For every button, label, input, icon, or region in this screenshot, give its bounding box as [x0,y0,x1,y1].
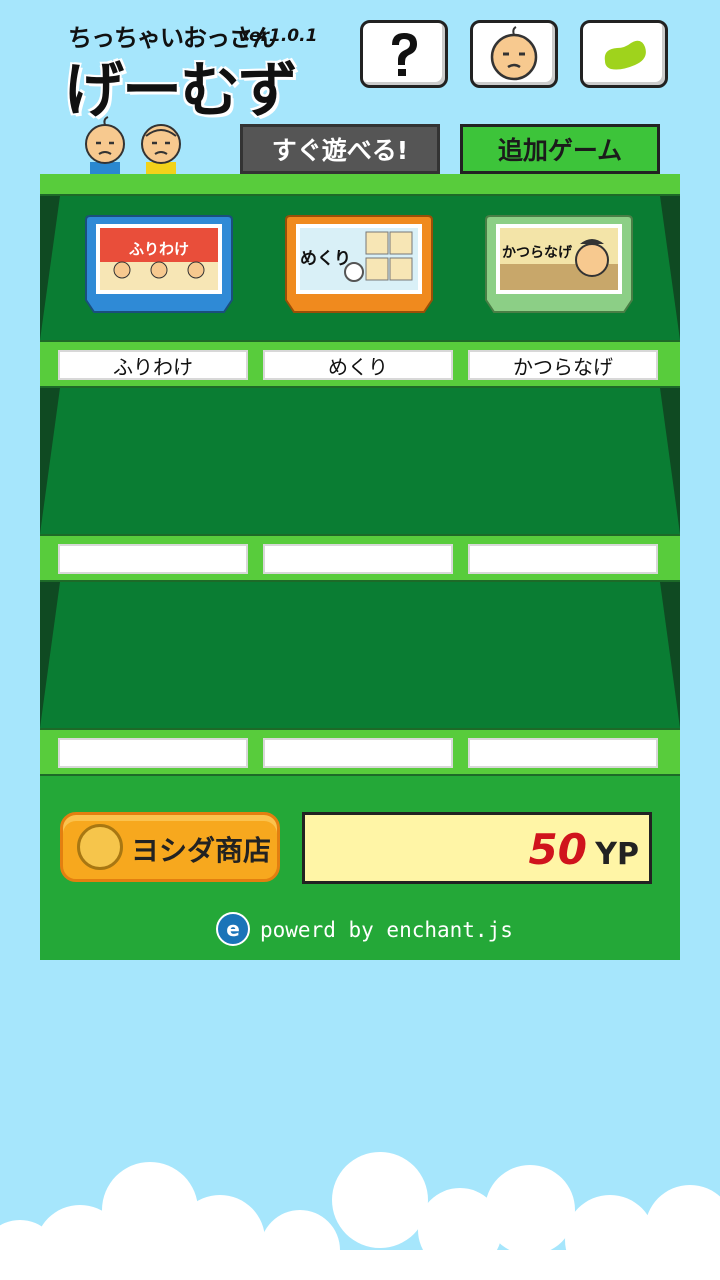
game-cartridge-furiwake[interactable]: ふりわけ [84,214,234,314]
question-mark-icon [392,33,417,76]
clouds-decoration [0,1152,720,1280]
coin-face-icon [77,824,123,870]
game-title-label [263,544,453,574]
game-title-label [468,544,658,574]
game-title-label[interactable]: めくり [263,350,453,380]
shelf-label-bar-1: ふりわけ めくり かつらなげ [40,340,680,388]
cartridge-label: かつらなげ [502,245,572,261]
game-title-label [468,738,658,768]
game-cartridge-katsuranage[interactable]: かつらなげ [484,214,634,314]
points-unit: YP [595,837,639,872]
avatar-button[interactable] [470,20,558,88]
cartridge-label: ふりわけ [128,240,189,258]
shelf-bay-3 [40,582,680,728]
shelf-label-bar-3 [40,728,680,776]
shelf-bay-2 [40,388,680,534]
cartridge-label: めくり [300,249,351,269]
bean-button[interactable] [580,20,668,88]
game-title-label [58,738,248,768]
enchant-logo-icon: e [216,912,250,946]
help-button[interactable] [360,20,448,88]
shop-button-label: ヨシダ商店 [131,834,272,867]
shelf-label-bar-2 [40,534,680,582]
app-logo: ちっちゃいおっさん ver1.0.1 げーむず [62,14,317,126]
ossan-characters [85,116,181,176]
points-display: 50 YP [302,812,652,884]
powered-by-text: powerd by enchant.js [260,918,513,942]
shelf-top-edge [40,174,680,196]
shop-button[interactable]: ヨシダ商店 [60,812,280,882]
ossan-character-2 [141,124,181,176]
game-title-label[interactable]: ふりわけ [58,350,248,380]
ossan-face-icon [490,26,538,81]
points-value: 50 [528,825,587,874]
tab-quick-play[interactable]: すぐ遊べる! [240,124,440,174]
ossan-character-1 [85,116,125,176]
tab-added-games[interactable]: 追加ゲーム [460,124,660,174]
powered-by: e powerd by enchant.js [216,912,526,952]
game-cartridge-mekuri[interactable]: めくり [284,214,434,314]
game-title-label [263,738,453,768]
bean-icon [604,40,646,70]
game-title-label [58,544,248,574]
game-title-label[interactable]: かつらなげ [468,350,658,380]
